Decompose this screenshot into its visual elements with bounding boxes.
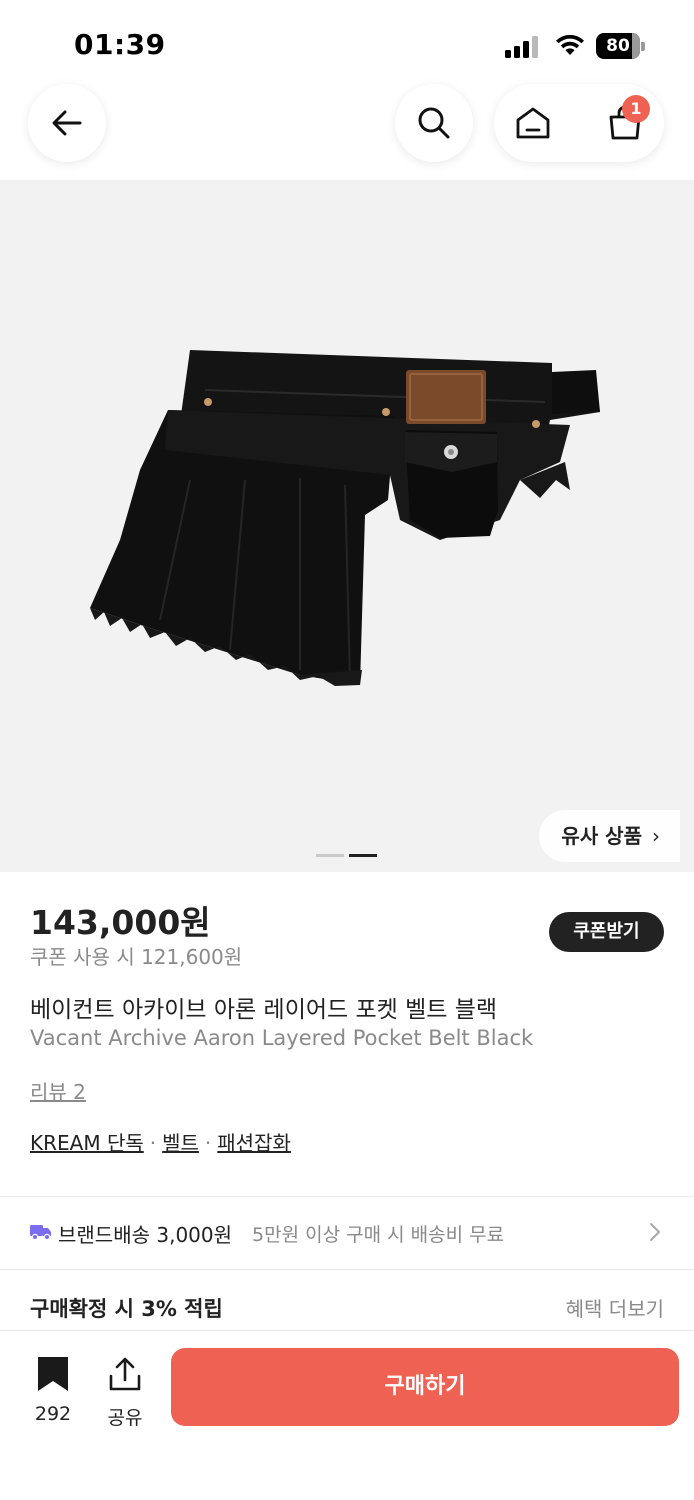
home-cart-group: 1 bbox=[494, 84, 664, 162]
review-link[interactable]: 리뷰 2 bbox=[30, 1076, 86, 1105]
divider bbox=[0, 1269, 694, 1270]
benefits-more-link[interactable]: 혜택 더보기 bbox=[566, 1293, 664, 1322]
share-label: 공유 bbox=[107, 1407, 143, 1429]
points-reward-label: 구매확정 시 3% 적립 bbox=[30, 1297, 223, 1321]
coupon-price: 쿠폰 사용 시 121,600원 bbox=[30, 945, 243, 969]
bookmark-count: 292 bbox=[34, 1403, 72, 1425]
tag-kream-exclusive[interactable]: KREAM 단독 bbox=[30, 1131, 144, 1155]
bookmark-button[interactable]: 292 bbox=[22, 1355, 84, 1425]
bottom-action-bar: 292 공유 구매하기 bbox=[0, 1330, 694, 1500]
share-button[interactable]: 공유 bbox=[96, 1355, 154, 1430]
product-image bbox=[90, 350, 600, 686]
cart-button[interactable] bbox=[586, 84, 664, 162]
top-nav: 1 bbox=[0, 84, 694, 180]
similar-products-label: 유사 상품 bbox=[561, 824, 642, 848]
share-icon bbox=[109, 1357, 141, 1391]
cart-count-badge: 1 bbox=[622, 95, 650, 123]
free-delivery-note: 5만원 이상 구매 시 배송비 무료 bbox=[252, 1224, 505, 1246]
battery-level: 80 bbox=[606, 36, 630, 56]
chevron-right-icon: › bbox=[652, 824, 660, 848]
search-icon bbox=[418, 107, 450, 139]
back-button[interactable] bbox=[28, 84, 106, 162]
delivery-row[interactable]: 브랜드배송 3,000원 5만원 이상 구매 시 배송비 무료 bbox=[0, 1197, 694, 1269]
arrow-left-icon bbox=[52, 110, 82, 136]
buy-button[interactable]: 구매하기 bbox=[171, 1348, 679, 1426]
tag-separator: · bbox=[204, 1131, 212, 1155]
product-price: 143,000원 bbox=[30, 903, 211, 942]
product-name-english: Vacant Archive Aaron Layered Pocket Belt… bbox=[30, 1026, 534, 1050]
truck-icon bbox=[30, 1225, 51, 1240]
product-name-korean: 베이컨트 아카이브 아론 레이어드 포켓 벨트 블랙 bbox=[30, 997, 498, 1023]
product-image-carousel[interactable]: 유사 상품 › bbox=[0, 180, 694, 872]
status-bar: 01:39 80 bbox=[0, 0, 694, 84]
tag-belt[interactable]: 벨트 bbox=[162, 1131, 199, 1155]
get-coupon-button[interactable]: 쿠폰받기 bbox=[549, 912, 664, 952]
product-tags: KREAM 단독 · 벨트 · 패션잡화 bbox=[30, 1127, 291, 1156]
home-icon bbox=[516, 107, 550, 139]
similar-products-button[interactable]: 유사 상품 › bbox=[539, 810, 680, 862]
search-button[interactable] bbox=[395, 84, 473, 162]
status-time: 01:39 bbox=[74, 28, 166, 61]
home-button[interactable] bbox=[494, 84, 572, 162]
carousel-dot-active[interactable] bbox=[349, 854, 377, 857]
tag-separator: · bbox=[149, 1131, 157, 1155]
cellular-signal-icon bbox=[505, 36, 545, 58]
battery-icon: 80 bbox=[596, 33, 646, 59]
carousel-dot[interactable] bbox=[316, 854, 344, 857]
bookmark-icon bbox=[38, 1357, 68, 1391]
chevron-right-icon bbox=[650, 1223, 660, 1241]
carousel-indicator bbox=[316, 854, 378, 858]
delivery-fee: 브랜드배송 3,000원 bbox=[58, 1223, 233, 1247]
wifi-icon bbox=[556, 34, 584, 55]
tag-fashion-accessories[interactable]: 패션잡화 bbox=[217, 1131, 291, 1155]
